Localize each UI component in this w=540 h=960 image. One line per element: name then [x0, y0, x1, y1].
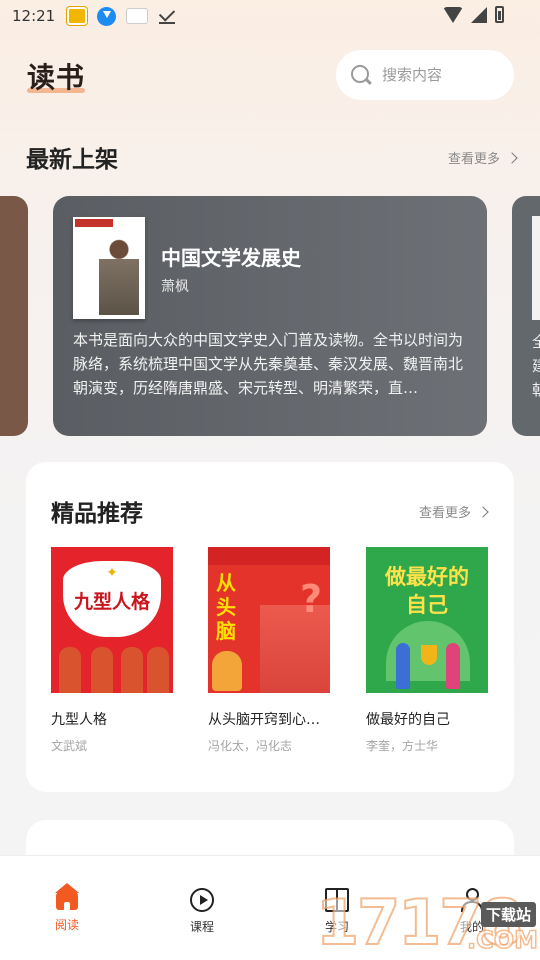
book-cover: 做最好的 自己 [366, 547, 488, 693]
book-name: 从头脑开窍到心灵… [208, 712, 332, 728]
question-mark-icon: ? [299, 577, 322, 621]
recommended-header: 精品推荐 查看更多 [51, 494, 489, 534]
status-bar: 12:21 [0, 0, 540, 32]
nav-label: 学习 [324, 920, 349, 934]
book-cover: ? 从 头 脑 [208, 547, 330, 693]
book-name: 九型人格 [51, 712, 107, 728]
app-notification-icon [67, 7, 88, 25]
view-more-link[interactable]: 查看更多 [447, 148, 518, 167]
new-arrivals-header: 最新上架 查看更多 [26, 140, 518, 180]
book-icon [325, 888, 349, 912]
download-icon [97, 6, 117, 26]
system-indicators [443, 6, 504, 23]
cover-figure [121, 647, 143, 693]
wifi-icon [443, 6, 463, 23]
page-title: 读书 [27, 61, 86, 94]
next-card-text: 全 建 朝 [532, 330, 540, 402]
play-circle-icon [190, 888, 214, 912]
app-notification-icon [126, 8, 149, 24]
download-done-icon [158, 7, 176, 25]
cover-banner [75, 219, 113, 227]
cover-figure [147, 647, 169, 693]
chevron-right-icon [477, 505, 489, 518]
section-title: 最新上架 [26, 147, 118, 173]
user-icon [460, 888, 484, 912]
search-input[interactable] [382, 66, 492, 84]
header: 读书 [0, 48, 540, 104]
cover-figure [91, 647, 113, 693]
nav-label: 课程 [189, 920, 214, 934]
next-book-card[interactable]: 全 建 朝 [512, 196, 540, 436]
cover-banner [208, 547, 330, 565]
cover-character [212, 651, 242, 691]
cover-character [446, 643, 460, 689]
cover-figure [59, 647, 81, 693]
cover-title: 做最好的 自己 [385, 564, 469, 617]
book-description: 本书是面向大众的中国文学史入门普及读物。全书以时间为脉络，系统梳理中国文学从先秦… [73, 331, 464, 397]
nav-item-read[interactable]: 阅读 [37, 883, 97, 933]
book-item[interactable]: ✦ 九型人格 九型人格 文武斌 [51, 547, 175, 754]
book-author: 萧枫 [161, 279, 189, 295]
view-more-label: 查看更多 [418, 506, 471, 521]
book-name: 做最好的自己 [366, 712, 450, 728]
signal-icon [471, 6, 487, 23]
peek-text: 全 建 朝 [532, 333, 540, 399]
book-cover: ✦ 九型人格 [51, 547, 173, 693]
book-cover [532, 216, 540, 320]
search-icon [350, 64, 372, 86]
notification-icons [67, 6, 176, 26]
book-item[interactable]: 做最好的 自己 做最好的自己 李奎，方士华 [366, 547, 490, 754]
book-author: 文武斌 [51, 739, 88, 753]
star-icon: ✦ [106, 565, 118, 581]
home-icon [55, 883, 79, 910]
nav-item-study[interactable]: 学习 [307, 888, 367, 935]
trophy-icon [421, 645, 437, 665]
new-arrivals-carousel[interactable]: 中国文学发展史 萧枫 本书是面向大众的中国文学史入门普及读物。全书以时间为脉络，… [0, 196, 540, 438]
book-author: 冯化太，冯化志 [208, 739, 293, 753]
cover-title-char: 脑 [216, 619, 236, 643]
nav-label: 我的 [459, 920, 484, 934]
featured-book-card[interactable]: 中国文学发展史 萧枫 本书是面向大众的中国文学史入门普及读物。全书以时间为脉络，… [53, 196, 487, 436]
section-title: 精品推荐 [51, 501, 143, 527]
status-time: 12:21 [12, 7, 56, 25]
previous-book-card[interactable] [0, 196, 28, 436]
book-author: 李奎，方士华 [366, 739, 439, 753]
battery-icon [495, 6, 504, 23]
view-more-link[interactable]: 查看更多 [418, 502, 489, 521]
recommended-panel: 精品推荐 查看更多 ✦ 九型人格 九型人格 文武斌 ? 从 头 脑 从头脑开窍到… [26, 462, 514, 792]
book-title: 中国文学发展史 [161, 246, 301, 270]
chevron-right-icon [506, 151, 518, 164]
nav-item-courses[interactable]: 课程 [172, 888, 232, 935]
nav-label: 阅读 [54, 918, 79, 932]
cover-character [396, 643, 410, 689]
search-box[interactable] [336, 50, 514, 100]
bottom-nav: 阅读 课程 学习 我的 [0, 855, 540, 960]
nav-item-profile[interactable]: 我的 [442, 888, 502, 935]
book-cover [73, 217, 145, 319]
view-more-label: 查看更多 [447, 152, 500, 167]
book-item[interactable]: ? 从 头 脑 从头脑开窍到心灵… 冯化太，冯化志 [208, 547, 332, 754]
cover-portrait [99, 235, 139, 315]
cover-title: 九型人格 [73, 591, 150, 613]
